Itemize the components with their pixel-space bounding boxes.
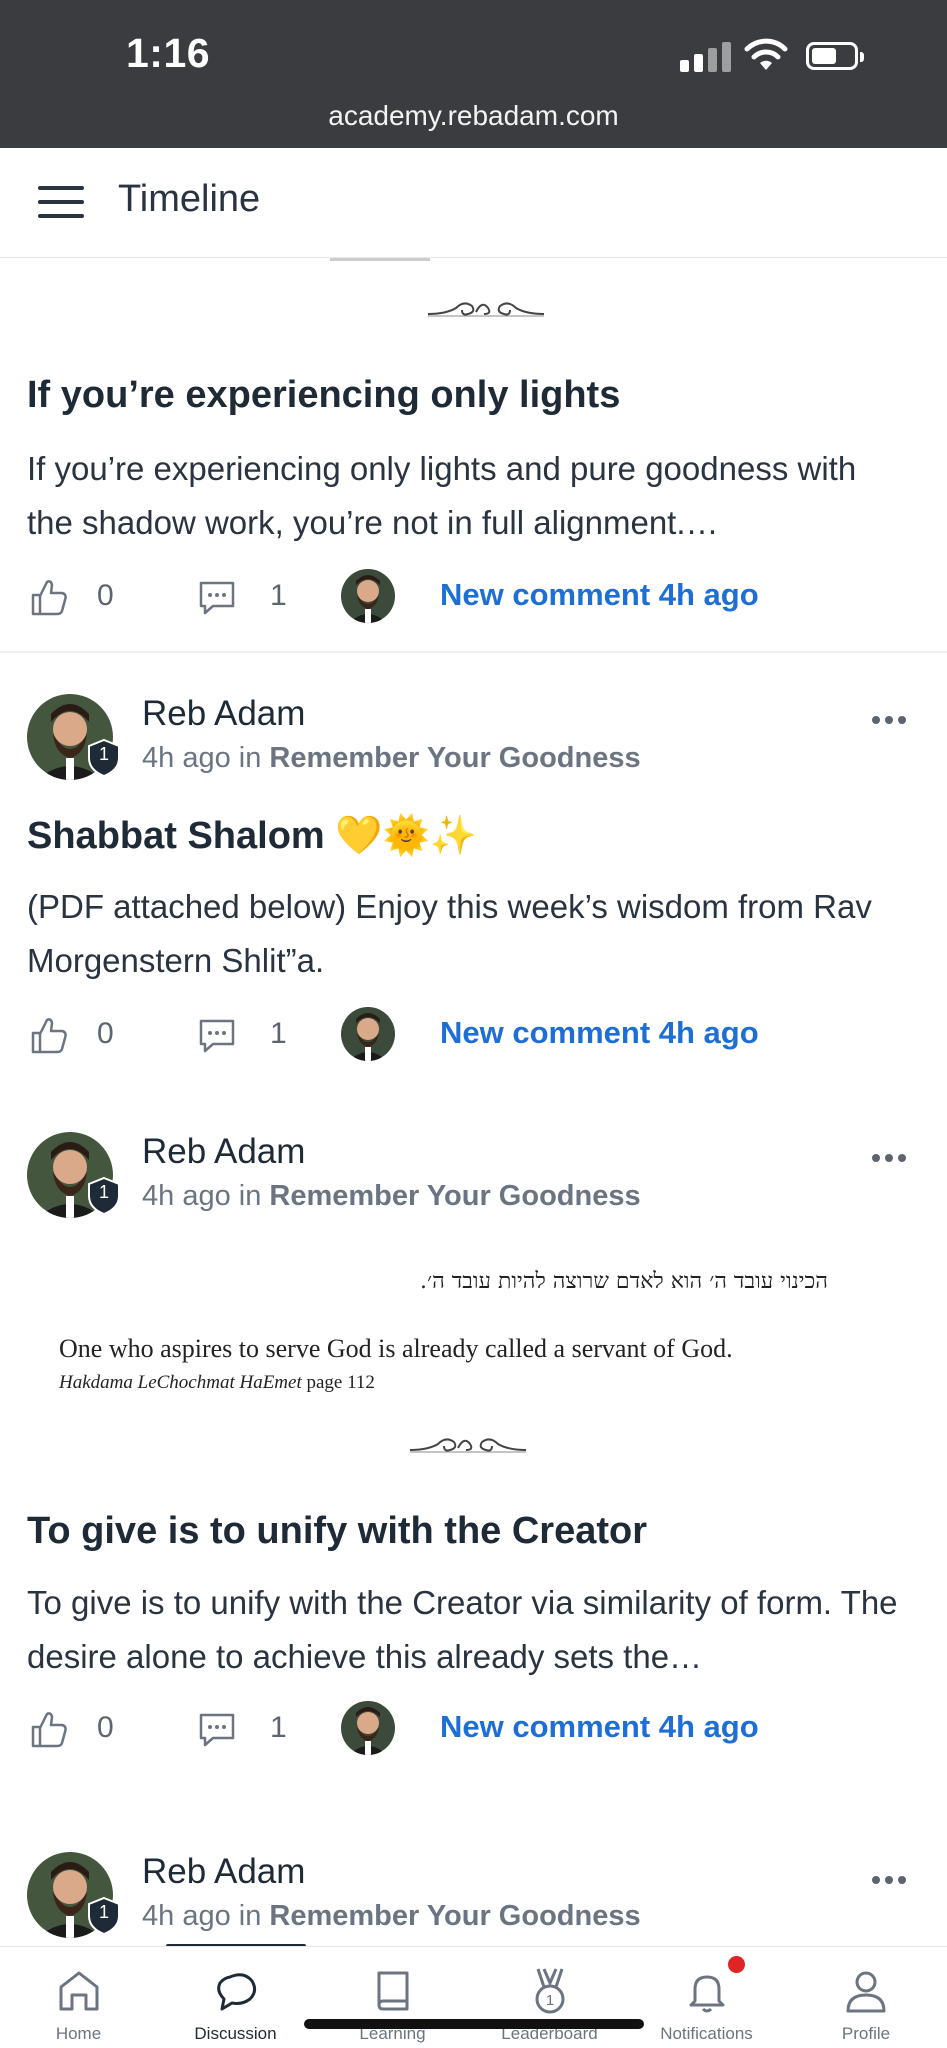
battery-icon [806,42,864,70]
hamburger-menu-icon[interactable] [38,186,84,220]
bell-icon [689,1975,724,2013]
cut-off-text [330,258,430,261]
like-count: 0 [97,1711,114,1744]
post-title[interactable]: Shabbat Shalom 💛🌞✨ [27,814,477,858]
tab-profile[interactable]: Profile [785,1947,947,2048]
post-in-label: in [238,1900,262,1932]
like-count: 0 [97,1017,114,1050]
post-excerpt[interactable]: (PDF attached below) Enjoy this week’s w… [27,880,907,988]
tab-label: Home [55,2024,102,2043]
post-title[interactable]: To give is to unify with the Creator [27,1510,647,1553]
tab-learning[interactable]: Learning [314,1947,471,2048]
ornament-divider-icon [427,302,545,317]
user-icon [846,1971,886,2013]
author-avatar[interactable]: 1 [27,1852,120,1938]
post-meta: 4h ago in Remember Your Goodness [142,1900,641,1933]
quote-hebrew: הכינוי עובד ה׳ הוא לאדם שרוצה להיות עובד… [420,1269,828,1294]
bottom-tab-bar: Home Discussion Learning 1 Leaderboard N… [0,1946,947,2048]
group-link[interactable]: Remember Your Goodness [269,742,640,774]
status-time: 1:16 [126,30,211,76]
thumbs-up-icon[interactable] [29,1015,69,1055]
post-excerpt[interactable]: If you’re experiencing only lights and p… [27,442,907,550]
svg-text:1: 1 [545,1992,553,2009]
level-badge-number: 1 [98,1902,109,1922]
avatar[interactable] [341,569,395,623]
post-excerpt[interactable]: To give is to unify with the Creator via… [27,1576,907,1684]
app-header: Timeline [0,148,947,258]
status-bar: 1:16 academy.rebadam.com [0,0,947,148]
comment-count: 1 [270,579,287,612]
timeline-feed[interactable]: If you’re experiencing only lights If yo… [0,258,947,1946]
home-indicator[interactable] [304,2019,644,2029]
comment-icon[interactable] [197,1015,237,1055]
post-time: 4h ago [142,1180,231,1212]
book-icon [377,1971,408,2011]
post-meta: 4h ago in Remember Your Goodness [142,742,641,775]
ornament-divider-icon [409,1438,527,1453]
quote-source: Hakdama LeChochmat HaEmet page 112 [59,1372,375,1394]
comment-count: 1 [270,1017,287,1050]
discussion-icon [216,1973,256,2011]
like-count: 0 [97,579,114,612]
tab-label: Notifications [660,2024,753,2043]
wifi-icon [744,38,788,70]
more-options-icon[interactable] [872,716,906,728]
comment-count: 1 [270,1711,287,1744]
quote-english: One who aspires to serve God is already … [59,1334,733,1363]
author-avatar[interactable]: 1 [27,1132,120,1218]
post-actions: 0 1 New comment 4h ago [27,567,927,627]
post-image[interactable]: הכינוי עובד ה׳ הוא לאדם שרוצה להיות עובד… [0,1258,947,1453]
more-options-icon[interactable] [872,1876,906,1888]
author-name[interactable]: Reb Adam [142,1852,305,1892]
quote-source-title: Hakdama LeChochmat HaEmet [59,1372,302,1393]
tab-leaderboard[interactable]: 1 Leaderboard [471,1947,628,2048]
tab-home[interactable]: Home [0,1947,157,2048]
post-time: 4h ago [142,1900,231,1932]
thumbs-up-icon[interactable] [29,577,69,617]
post-actions: 0 1 New comment 4h ago [27,1699,927,1759]
more-options-icon[interactable] [872,1154,906,1166]
page-title: Timeline [118,178,261,220]
post-actions: 0 1 New comment 4h ago [27,1005,927,1065]
post-in-label: in [238,1180,262,1212]
comment-icon[interactable] [197,577,237,617]
quote-source-page: page 112 [301,1372,375,1393]
author-avatar[interactable]: 1 [27,694,120,780]
tab-label: Discussion [194,2024,277,2043]
post-time: 4h ago [142,742,231,774]
tab-discussion[interactable]: Discussion [157,1947,314,2048]
notification-dot [728,1956,745,1973]
avatar[interactable] [341,1007,395,1061]
medal-icon: 1 [535,1968,564,2014]
post-in-label: in [238,742,262,774]
tab-label: Profile [841,2024,891,2043]
level-badge-number: 1 [98,1182,109,1202]
home-icon [59,1971,98,2011]
group-link[interactable]: Remember Your Goodness [269,1900,640,1932]
author-name[interactable]: Reb Adam [142,1132,305,1172]
level-badge-number: 1 [98,744,109,764]
tab-notifications[interactable]: Notifications [628,1947,785,2048]
new-comment-link[interactable]: New comment 4h ago [440,1015,759,1051]
signal-icon [680,42,732,72]
thumbs-up-icon[interactable] [29,1709,69,1749]
comment-icon[interactable] [197,1709,237,1749]
post-title[interactable]: If you’re experiencing only lights [27,374,620,417]
post-separator [0,651,947,653]
new-comment-link[interactable]: New comment 4h ago [440,577,759,613]
new-comment-link[interactable]: New comment 4h ago [440,1709,759,1745]
author-name[interactable]: Reb Adam [142,694,305,734]
group-link[interactable]: Remember Your Goodness [269,1180,640,1212]
address-bar-url[interactable]: academy.rebadam.com [0,100,947,132]
avatar[interactable] [341,1701,395,1755]
post-meta: 4h ago in Remember Your Goodness [142,1180,641,1213]
